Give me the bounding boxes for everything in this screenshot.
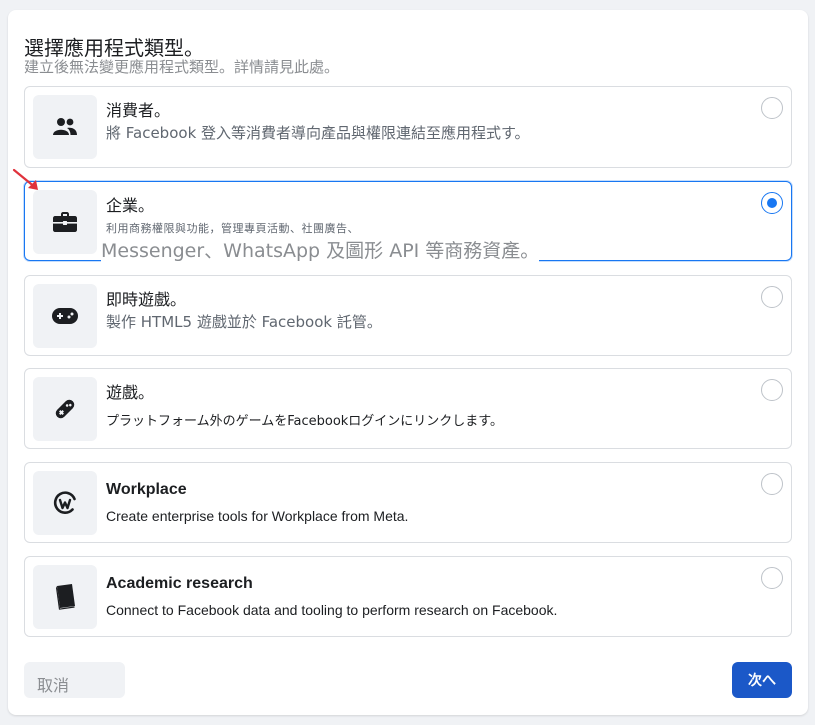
app-type-dialog: 選擇應用程式類型。 建立後無法變更應用程式類型。詳情請見此處。 消費者。 將 F… [8, 10, 808, 715]
option-radio[interactable] [761, 97, 783, 119]
option-description: プラットフォーム外のゲームをFacebookログインにリンクします。 [106, 414, 504, 429]
option-radio[interactable] [761, 473, 783, 495]
option-business[interactable]: 企業。 利用商務權限與功能，管理專頁活動、社團廣告、 Messenger、Wha… [24, 181, 792, 263]
option-description: 將 Facebook 登入等消費者導向產品與權限連結至應用程式す。 [106, 124, 530, 142]
option-workplace[interactable]: Workplace Create enterprise tools for Wo… [24, 462, 792, 543]
option-icon-box [33, 377, 97, 441]
option-radio[interactable] [761, 286, 783, 308]
workplace-icon [53, 491, 76, 514]
option-icon-box [33, 284, 97, 348]
option-description: 製作 HTML5 遊戲並於 Facebook 託管。 [106, 313, 382, 331]
page-subtitle: 建立後無法變更應用程式類型。詳情請見此處。 [24, 58, 340, 76]
option-title: 消費者。 [106, 101, 171, 120]
option-title: 遊戲。 [106, 383, 155, 402]
option-radio-selected[interactable] [761, 192, 783, 214]
game-controller-icon [55, 399, 75, 419]
option-description: Connect to Facebook data and tooling to … [106, 602, 558, 618]
cancel-button[interactable]: 取消 [24, 662, 125, 698]
option-gaming[interactable]: 遊戲。 プラットフォーム外のゲームをFacebookログインにリンクします。 [24, 368, 792, 449]
option-instant-games[interactable]: 即時遊戲。 製作 HTML5 遊戲並於 Facebook 託管。 [24, 275, 792, 356]
option-academic-research[interactable]: Academic research Connect to Facebook da… [24, 556, 792, 637]
option-title: 即時遊戲。 [106, 290, 187, 309]
option-description-line1: 利用商務權限與功能，管理專頁活動、社團廣告、 [106, 222, 359, 235]
option-consumer[interactable]: 消費者。 將 Facebook 登入等消費者導向產品與權限連結至應用程式す。 [24, 86, 792, 168]
option-title: 企業。 [106, 196, 155, 215]
option-description-line2: Messenger、WhatsApp 及圖形 API 等商務資產。 [101, 236, 540, 263]
option-title: Academic research [106, 575, 253, 592]
option-icon-box [33, 471, 97, 535]
people-icon [53, 118, 77, 135]
gamepad-icon [52, 308, 78, 324]
annotation-arrow-icon [12, 168, 38, 190]
option-icon-box [33, 95, 97, 159]
book-icon [56, 584, 75, 610]
next-button[interactable]: 次へ [732, 662, 792, 698]
option-radio[interactable] [761, 379, 783, 401]
option-title: Workplace [106, 481, 187, 498]
option-description: Create enterprise tools for Workplace fr… [106, 508, 409, 524]
option-radio[interactable] [761, 567, 783, 589]
briefcase-icon [53, 212, 77, 232]
option-icon-box [33, 190, 97, 254]
option-icon-box [33, 565, 97, 629]
